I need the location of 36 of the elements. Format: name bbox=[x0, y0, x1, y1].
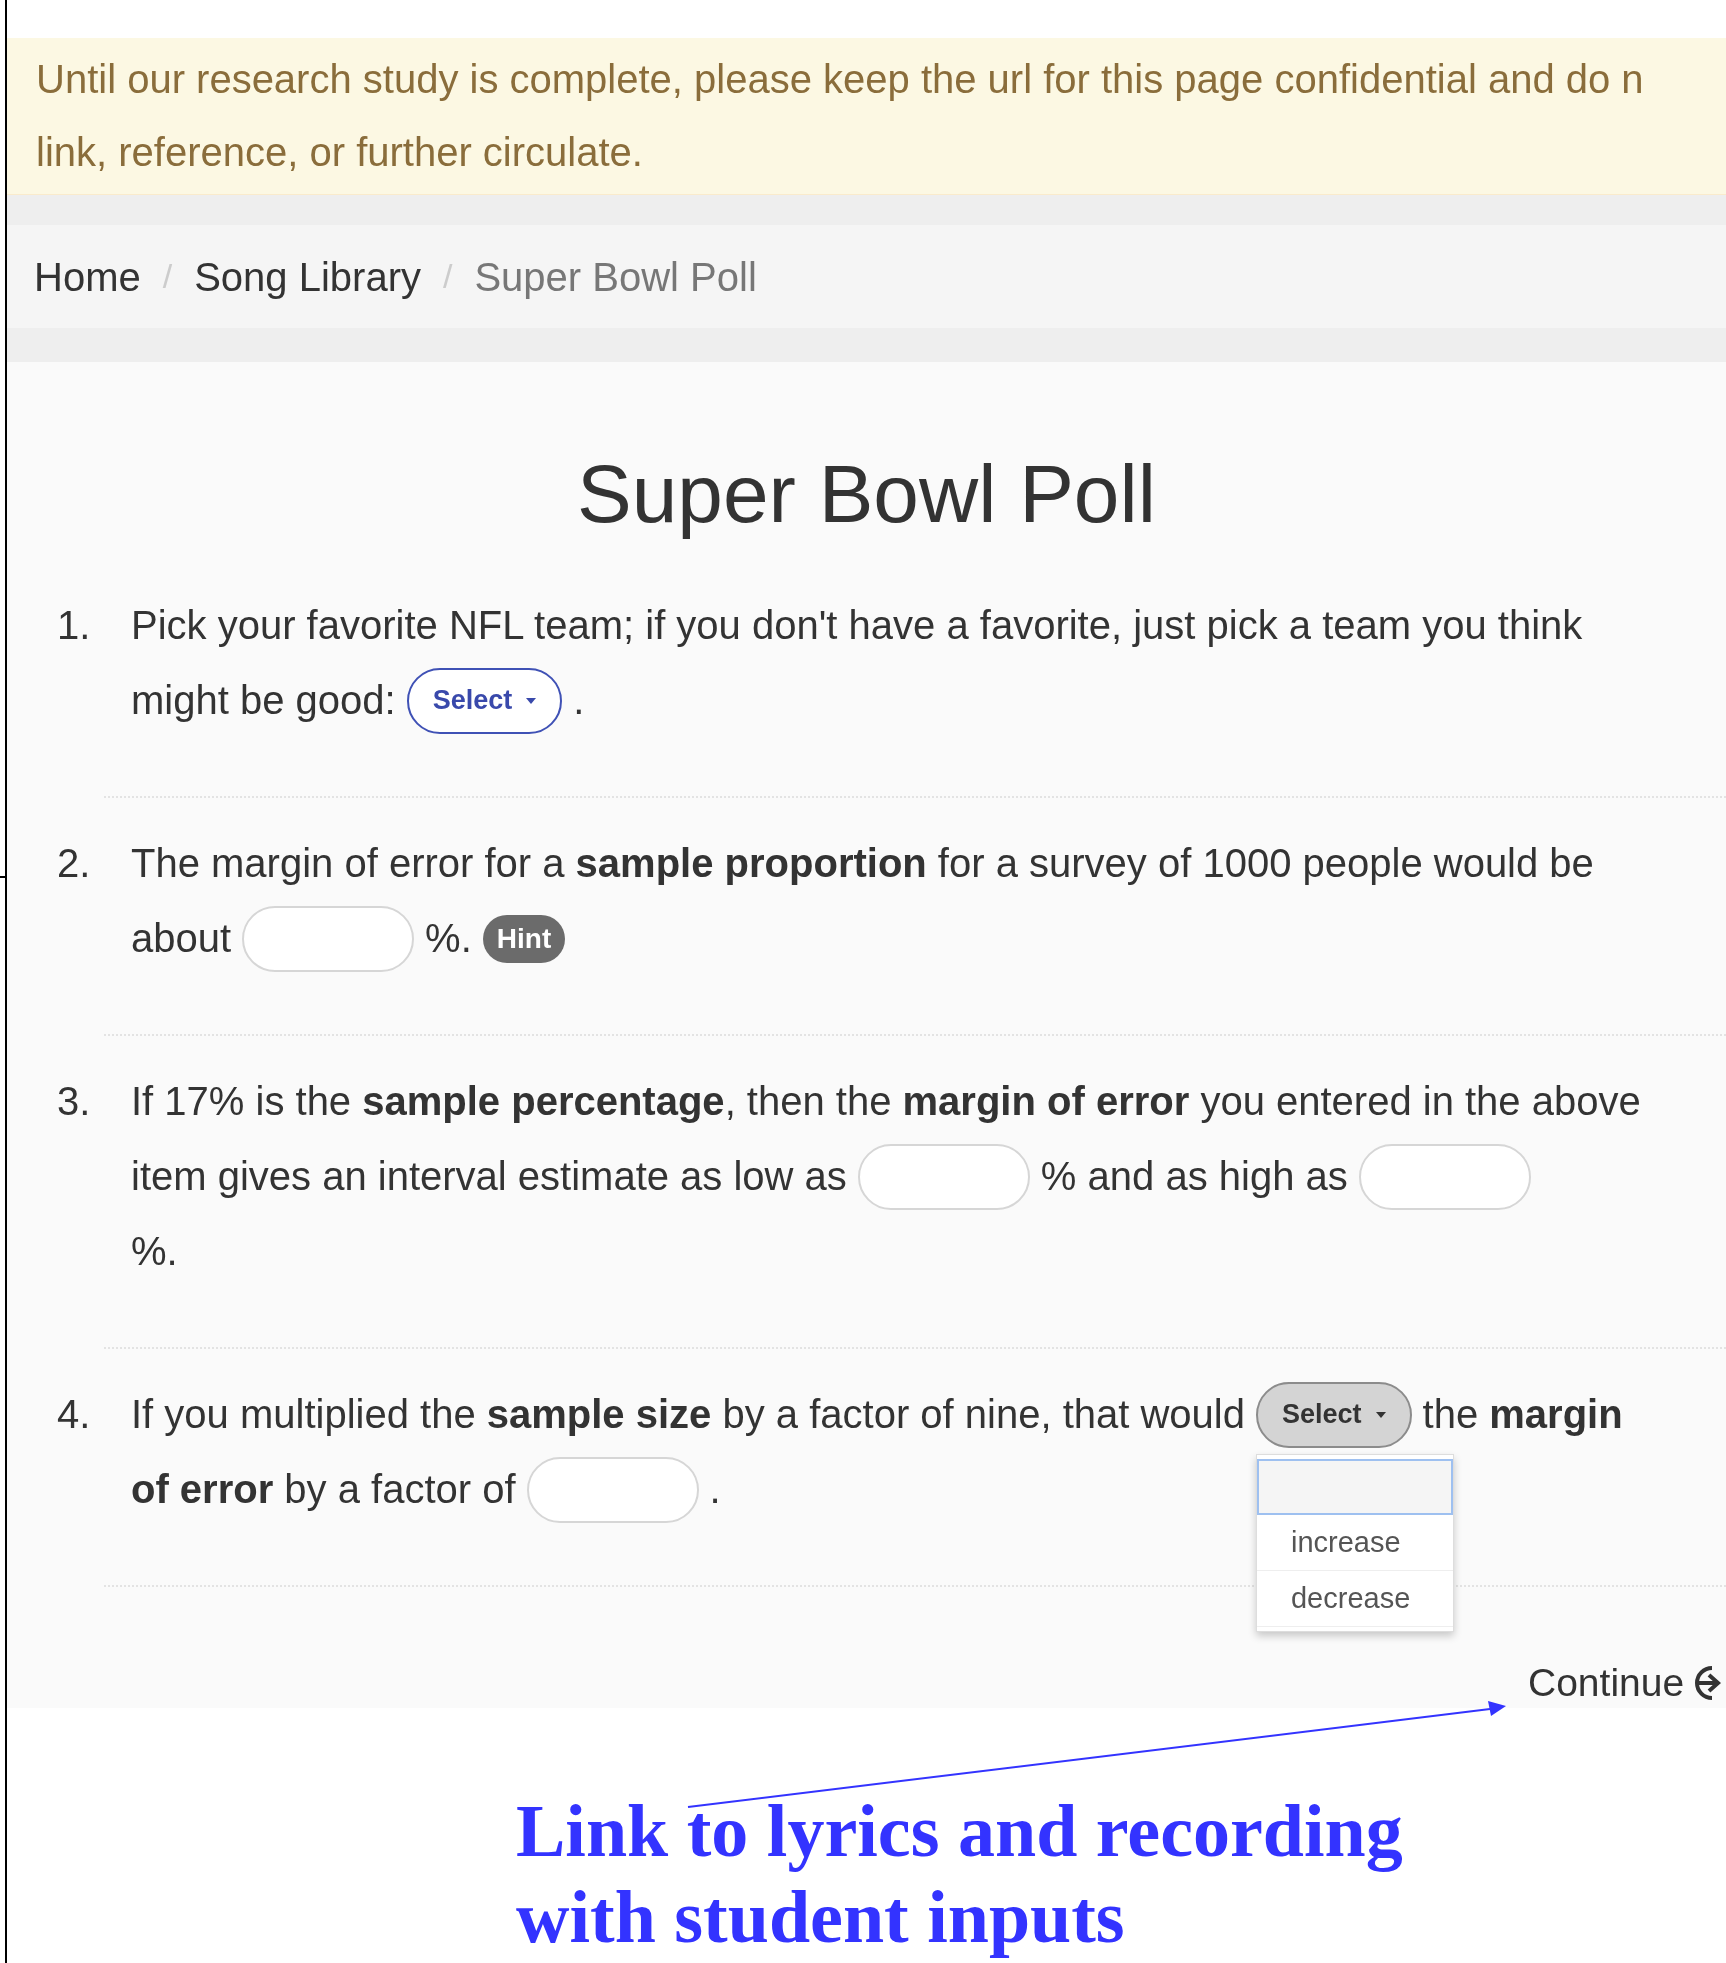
annotation-text: Link to lyrics and recording with student inputs bbox=[516, 1789, 1404, 1960]
dropdown-option[interactable] bbox=[1257, 1458, 1453, 1515]
question-text: If you multiplied the sample size by a factor of nine, that would bbox=[131, 1391, 1245, 1438]
breadcrumb-link[interactable]: Home bbox=[34, 246, 141, 307]
dropdown-option[interactable]: decrease bbox=[1257, 1570, 1453, 1627]
question-text: %. bbox=[425, 915, 472, 962]
question-text: item gives an interval estimate as low as bbox=[131, 1153, 847, 1200]
question-number: 2. bbox=[57, 840, 92, 887]
continue-link[interactable]: Continue bbox=[1528, 1654, 1685, 1713]
hint-button[interactable]: Hint bbox=[482, 914, 566, 963]
breadcrumb-separator: / bbox=[162, 256, 173, 297]
breadcrumb-separator: / bbox=[442, 256, 453, 297]
select-dropdown[interactable]: Select bbox=[1256, 1381, 1412, 1448]
question-text: might be good: bbox=[131, 677, 396, 724]
question-number: 4. bbox=[57, 1391, 92, 1438]
dropdown-option[interactable]: increase bbox=[1257, 1514, 1453, 1571]
question-text: of error by a factor of bbox=[131, 1466, 516, 1513]
caret-icon bbox=[526, 697, 537, 704]
page-title: Super Bowl Poll bbox=[577, 447, 1156, 541]
question-text: Pick your favorite NFL team; if you don't have a favorite, just pick a team you think bbox=[131, 602, 1583, 649]
question-text: . bbox=[709, 1466, 721, 1513]
question-number: 1. bbox=[57, 602, 92, 649]
question-text: The margin of error for a sample proportion for a survey of 1000 people would be bbox=[131, 840, 1594, 887]
notice-text: Until our research study is complete, please keep the url for this page confidential and do n bbox=[36, 56, 1644, 103]
current-page-label: Super Bowl Poll bbox=[474, 253, 757, 301]
question-text: . bbox=[573, 677, 585, 724]
question-text: about bbox=[131, 915, 232, 962]
question-text: If 17% is the sample percentage, then the margin of error you entered in the above bbox=[131, 1078, 1641, 1125]
question-text: %. bbox=[131, 1228, 178, 1275]
question-text: % and as high as bbox=[1040, 1153, 1348, 1200]
question-text: the margin bbox=[1422, 1391, 1623, 1438]
notice-text: link, reference, or further circulate. bbox=[36, 129, 643, 176]
breadcrumb-link[interactable]: Song Library bbox=[194, 246, 421, 307]
caret-icon bbox=[1375, 1411, 1386, 1418]
question-number: 3. bbox=[57, 1078, 92, 1125]
select-dropdown[interactable]: Select bbox=[406, 667, 563, 734]
